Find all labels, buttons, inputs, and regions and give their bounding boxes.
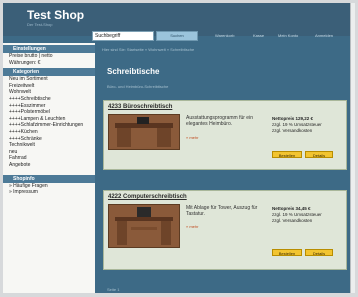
product-image[interactable]	[108, 204, 180, 248]
buy-button[interactable]: Bestellen	[272, 249, 302, 256]
category-link[interactable]: Angebote	[3, 162, 95, 169]
currency-select[interactable]: Währungen: €	[3, 60, 95, 67]
category-link[interactable]: Neu im Sortiment	[3, 76, 95, 83]
tax-note: zzgl. 19 % Umsatzsteuer	[272, 122, 322, 127]
header-link-login[interactable]: Anmelden	[315, 31, 333, 41]
desk-icon	[115, 117, 173, 147]
info-link-imprint[interactable]: » Impressum	[3, 189, 95, 196]
search-button[interactable]: Suchen	[156, 31, 198, 41]
category-link[interactable]: neu	[3, 149, 95, 156]
category-link[interactable]: ++++Schränke	[3, 136, 95, 143]
product-title-link[interactable]: 4233 Büroschreibtisch	[108, 104, 172, 110]
breadcrumb[interactable]: Hier sind Sie: Startseite » Wohnwelt » S…	[102, 47, 194, 52]
product-description: Ausstattungsprogramm für ein elegantes H…	[186, 115, 253, 127]
category-link[interactable]: Wohnwelt	[3, 89, 95, 96]
more-link[interactable]: » mehr	[186, 135, 198, 140]
shop-slogan: Der Test-Shop	[27, 22, 53, 27]
price-mode-toggle[interactable]: Preise brutto | netto	[3, 53, 95, 60]
buy-button[interactable]: Bestellen	[272, 151, 302, 158]
computer-desk-icon	[115, 207, 173, 245]
details-button[interactable]: Details	[305, 151, 333, 158]
category-link[interactable]: ++++Polstermöbel	[3, 109, 95, 116]
category-link[interactable]: ++++Lampen & Leuchten	[3, 116, 95, 123]
browser-window: Test Shop Der Test-Shop Suchbegriff Such…	[0, 0, 358, 297]
category-link[interactable]: ++++Esszimmer	[3, 103, 95, 110]
sidebar: Einstellungen Preise brutto | netto Währ…	[3, 43, 95, 293]
page-subtitle: Büro- und Heimbüro-Schreibtische	[107, 84, 169, 89]
category-link[interactable]: ++++Schreibtische	[3, 96, 95, 103]
price-value: 34,45 €	[295, 206, 311, 211]
product-card: 4233 Büroschreibtisch Ausstattungsprogra…	[103, 100, 347, 170]
category-link[interactable]: ++++Küchen	[3, 129, 95, 136]
shop-page: Test Shop Der Test-Shop Suchbegriff Such…	[3, 3, 353, 293]
details-button[interactable]: Details	[305, 249, 333, 256]
price-block: Nettopreis 129,22 € zzgl. 19 % Umsatzste…	[272, 116, 322, 134]
sidebar-heading-shopinfo: Shopinfo	[3, 174, 95, 183]
price-label: Nettopreis	[272, 206, 295, 211]
product-image[interactable]	[108, 114, 180, 150]
action-buttons: Bestellen Details	[272, 249, 342, 257]
price-block: Nettopreis 34,45 € zzgl. 19 % Umsatzsteu…	[272, 206, 322, 224]
header-link-account[interactable]: Mein Konto	[278, 31, 298, 41]
page-title: Schreibtische	[107, 67, 160, 76]
header-link-checkout[interactable]: Kasse	[253, 31, 264, 41]
header-link-cart[interactable]: Warenkorb	[215, 31, 234, 41]
product-card: 4222 Computerschreibtisch Mit Ablage für…	[103, 190, 347, 270]
main-content: Schreibtische Büro- und Heimbüro-Schreib…	[99, 56, 353, 293]
product-description: Mit Ablage für Tower, Auszug für Tastatu…	[186, 205, 258, 217]
shipping-note: zzgl. Versandkosten	[272, 218, 313, 223]
tax-note: zzgl. 19 % Umsatzsteuer	[272, 212, 322, 217]
price-label: Nettopreis	[272, 116, 295, 121]
sidebar-heading-categories: Kategorien	[3, 68, 95, 77]
product-title-link[interactable]: 4222 Computerschreibtisch	[108, 194, 187, 200]
more-link[interactable]: » mehr	[186, 224, 198, 229]
info-link-faq[interactable]: » Häufige Fragen	[3, 183, 95, 190]
page-footer: Seite 1	[107, 287, 120, 292]
shop-logo[interactable]: Test Shop	[27, 8, 84, 22]
scrollbar[interactable]	[350, 3, 355, 293]
sidebar-heading-settings: Einstellungen	[3, 45, 95, 53]
action-buttons: Bestellen Details	[272, 151, 342, 159]
search-input[interactable]: Suchbegriff	[92, 31, 154, 41]
category-link[interactable]: Fahrrad	[3, 155, 95, 162]
shipping-note: zzgl. Versandkosten	[272, 128, 313, 133]
price-value: 129,22 €	[295, 116, 314, 121]
category-link[interactable]: Technikwelt	[3, 142, 95, 149]
category-link[interactable]: ++++Schlafzimmer-Einrichtungen	[3, 122, 95, 129]
category-link[interactable]: Freizeitwelt	[3, 83, 95, 90]
